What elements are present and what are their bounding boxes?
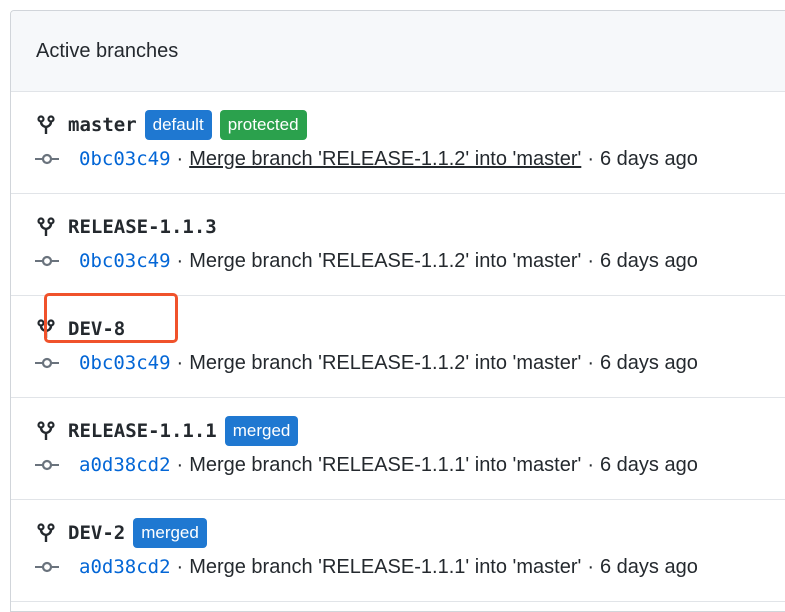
- git-branch-icon: [37, 115, 55, 134]
- separator: ·: [176, 249, 184, 272]
- git-branch-icon: [37, 523, 55, 542]
- git-branch-icon: [37, 421, 55, 440]
- branch-row: RELEASE-1.1.3 0bc03c49 · Merge branch 'R…: [11, 194, 785, 296]
- commit-info: 0bc03c49 · Merge branch 'RELEASE-1.1.2' …: [35, 144, 698, 174]
- branch-name-link[interactable]: RELEASE-1.1.1: [68, 420, 217, 442]
- git-commit-icon: [35, 153, 59, 165]
- panel-title: Active branches: [36, 39, 179, 62]
- branch-row: master default protected 0bc03c49 · Merg…: [11, 92, 785, 194]
- git-branch-icon: [37, 217, 55, 236]
- git-commit-icon: [35, 459, 59, 471]
- merged-badge: merged: [224, 416, 299, 446]
- commit-time: 6 days ago: [599, 555, 698, 578]
- commit-time: 6 days ago: [599, 147, 698, 170]
- commit-message-link[interactable]: Merge branch 'RELEASE-1.1.1' into 'maste…: [189, 556, 581, 579]
- commit-info: a0d38cd2 · Merge branch 'RELEASE-1.1.1' …: [35, 552, 698, 582]
- commit-message-link[interactable]: Merge branch 'RELEASE-1.1.1' into 'maste…: [189, 454, 581, 477]
- commit-info: 0bc03c49 · Merge branch 'RELEASE-1.1.2' …: [35, 348, 698, 378]
- commit-sha-link[interactable]: a0d38cd2: [79, 556, 171, 578]
- separator: ·: [176, 453, 184, 476]
- separator: ·: [176, 555, 184, 578]
- branch-row: RELEASE-1.1.1 merged a0d38cd2 · Merge br…: [11, 398, 785, 500]
- commit-sha-link[interactable]: 0bc03c49: [79, 352, 171, 374]
- separator: ·: [587, 147, 594, 170]
- commit-message-link[interactable]: Merge branch 'RELEASE-1.1.2' into 'maste…: [189, 250, 581, 273]
- commit-message-link[interactable]: Merge branch 'RELEASE-1.1.2' into 'maste…: [189, 148, 581, 171]
- git-commit-icon: [35, 561, 59, 573]
- separator: ·: [587, 555, 594, 578]
- git-commit-icon: [35, 357, 59, 369]
- commit-message-link[interactable]: Merge branch 'RELEASE-1.1.2' into 'maste…: [189, 352, 581, 375]
- separator: ·: [176, 351, 184, 374]
- branch-name-link[interactable]: master: [68, 114, 137, 136]
- separator: ·: [587, 351, 594, 374]
- branch-name-link[interactable]: RELEASE-1.1.3: [68, 216, 217, 238]
- highlight-box: [44, 293, 178, 343]
- branch-row: DEV-2 merged a0d38cd2 · Merge branch 'RE…: [11, 500, 785, 602]
- commit-time: 6 days ago: [599, 351, 698, 374]
- branch-name-link[interactable]: DEV-2: [68, 522, 125, 544]
- commit-sha-link[interactable]: 0bc03c49: [79, 250, 171, 272]
- separator: ·: [587, 249, 594, 272]
- protected-badge: protected: [219, 110, 307, 140]
- default-badge: default: [144, 110, 212, 140]
- merged-badge: merged: [133, 518, 207, 548]
- commit-info: a0d38cd2 · Merge branch 'RELEASE-1.1.1' …: [35, 450, 698, 480]
- commit-sha-link[interactable]: 0bc03c49: [79, 148, 171, 170]
- branch-header: master default protected: [37, 108, 315, 142]
- branch-header: DEV-2 merged: [37, 516, 215, 550]
- separator: ·: [587, 453, 594, 476]
- commit-sha-link[interactable]: a0d38cd2: [79, 454, 171, 476]
- commit-time: 6 days ago: [599, 249, 698, 272]
- branch-header: RELEASE-1.1.1 merged: [37, 414, 306, 448]
- commit-time: 6 days ago: [599, 453, 698, 476]
- commit-info: 0bc03c49 · Merge branch 'RELEASE-1.1.2' …: [35, 246, 698, 276]
- separator: ·: [176, 147, 184, 170]
- branch-header: RELEASE-1.1.3: [37, 210, 225, 244]
- git-commit-icon: [35, 255, 59, 267]
- panel-header: Active branches: [11, 11, 785, 92]
